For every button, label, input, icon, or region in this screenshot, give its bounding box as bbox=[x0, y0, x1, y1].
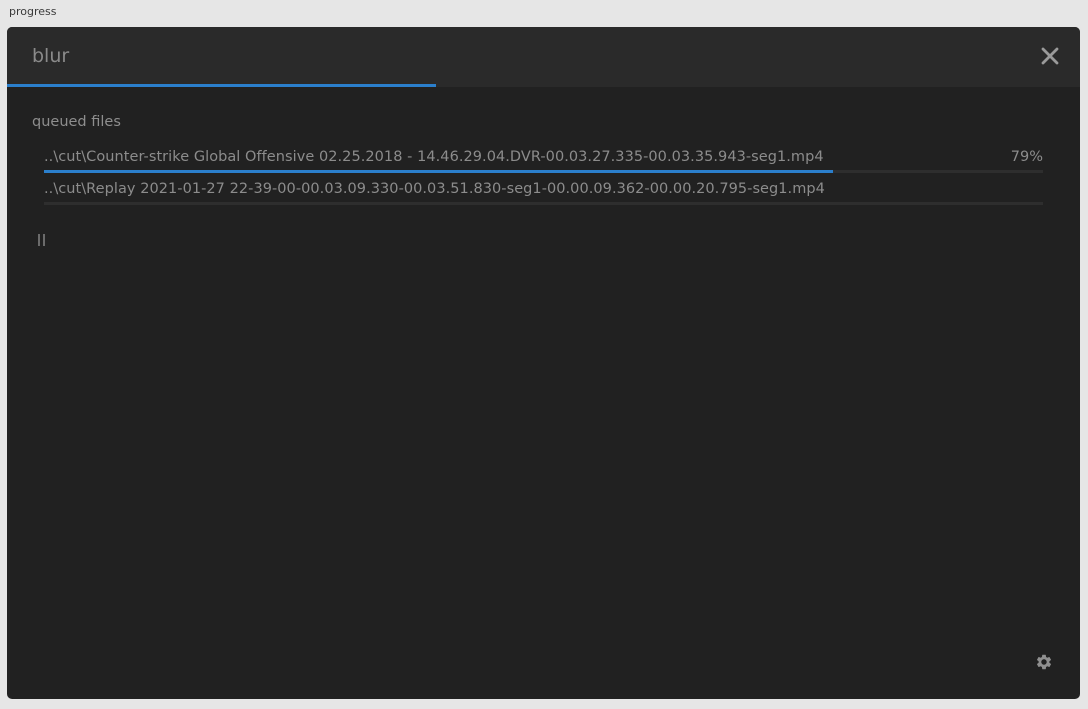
settings-button[interactable] bbox=[1035, 653, 1053, 671]
window-header: blur bbox=[7, 27, 1080, 87]
overall-progress-bar bbox=[7, 84, 1080, 87]
progress-window: blur queued files ..\cut\Counter-strike … bbox=[7, 27, 1080, 699]
queued-files-label: queued files bbox=[32, 114, 121, 130]
pause-button[interactable] bbox=[36, 232, 48, 248]
close-icon bbox=[1041, 47, 1059, 65]
file-progress-fill bbox=[44, 170, 834, 173]
file-progress-bar bbox=[44, 170, 1043, 173]
file-progress-bar bbox=[44, 202, 1043, 205]
overall-progress-fill bbox=[7, 84, 437, 87]
outer-window-title: progress bbox=[9, 5, 57, 18]
gear-icon bbox=[1036, 654, 1052, 670]
file-item: ..\cut\Replay 2021-01-27 22-39-00-00.03.… bbox=[44, 181, 1043, 213]
file-item: ..\cut\Counter-strike Global Offensive 0… bbox=[44, 149, 1043, 181]
file-list: ..\cut\Counter-strike Global Offensive 0… bbox=[44, 149, 1043, 213]
file-percent: 79% bbox=[1010, 149, 1043, 165]
file-name: ..\cut\Replay 2021-01-27 22-39-00-00.03.… bbox=[44, 181, 825, 197]
close-button[interactable] bbox=[1038, 44, 1062, 68]
window-title: blur bbox=[32, 45, 70, 67]
file-name: ..\cut\Counter-strike Global Offensive 0… bbox=[44, 149, 824, 165]
